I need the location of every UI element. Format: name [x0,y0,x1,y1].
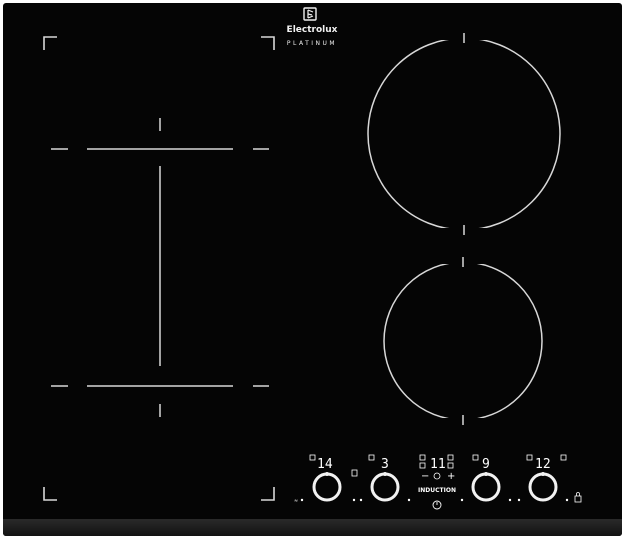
zone1-control[interactable]: 14 ≈ [294,454,356,504]
brand-name: Electrolux [287,25,338,35]
large-zone-ring [367,37,561,231]
large-round-zone [367,33,561,235]
zone2-control[interactable]: 3 [351,454,411,502]
timer-control[interactable]: 11 − + INDUCTION [418,454,456,510]
corner-bottom-left [43,487,57,501]
flexi-bridge-zone [51,118,269,417]
zone2-slider-dial-icon[interactable] [370,472,400,502]
zone4-level: 12 [535,457,551,472]
power-icon[interactable] [432,500,442,510]
zone3-indicator-icon [472,454,479,461]
zone3-control[interactable]: 9 [460,454,512,502]
svg-text:≈: ≈ [294,498,298,504]
zone1-level: 14 [317,457,333,472]
lock-icon[interactable] [574,492,582,503]
timer-plus-button[interactable]: + [447,471,455,482]
brand-line: PLATINUM [287,40,337,47]
bridge-icon [351,469,358,477]
timer-display: 11 [430,457,446,472]
corner-top-right [261,36,275,50]
zone3-slider-dial-icon[interactable] [471,472,501,502]
control-panel: 14 ≈ 3 11 − + INDUCTION 9 12 [294,454,582,510]
cooktop-markings: Electrolux PLATINUM 14 ≈ 3 11 − + INDUCT… [43,7,582,510]
corner-bottom-right [261,487,275,501]
zone2-indicator-icon [368,454,375,461]
timer-icon[interactable] [433,472,441,480]
zone2-level: 3 [381,457,389,472]
zone1-slider-dial-icon[interactable] [312,472,342,502]
zone4-slider-dial-icon[interactable] [528,472,558,502]
corner-brackets [43,36,275,501]
corner-top-left [43,36,57,50]
electrolux-logo-icon [303,7,317,21]
zone4-indicator-icon [526,454,533,461]
induction-label: INDUCTION [418,487,456,494]
timer-minus-button[interactable]: − [421,471,429,482]
medium-round-zone [383,257,543,425]
zone4-control[interactable]: 12 [517,454,582,503]
medium-zone-ring [383,261,543,421]
zone3-level: 9 [482,457,490,472]
zone1-indicator-icon [309,454,316,461]
